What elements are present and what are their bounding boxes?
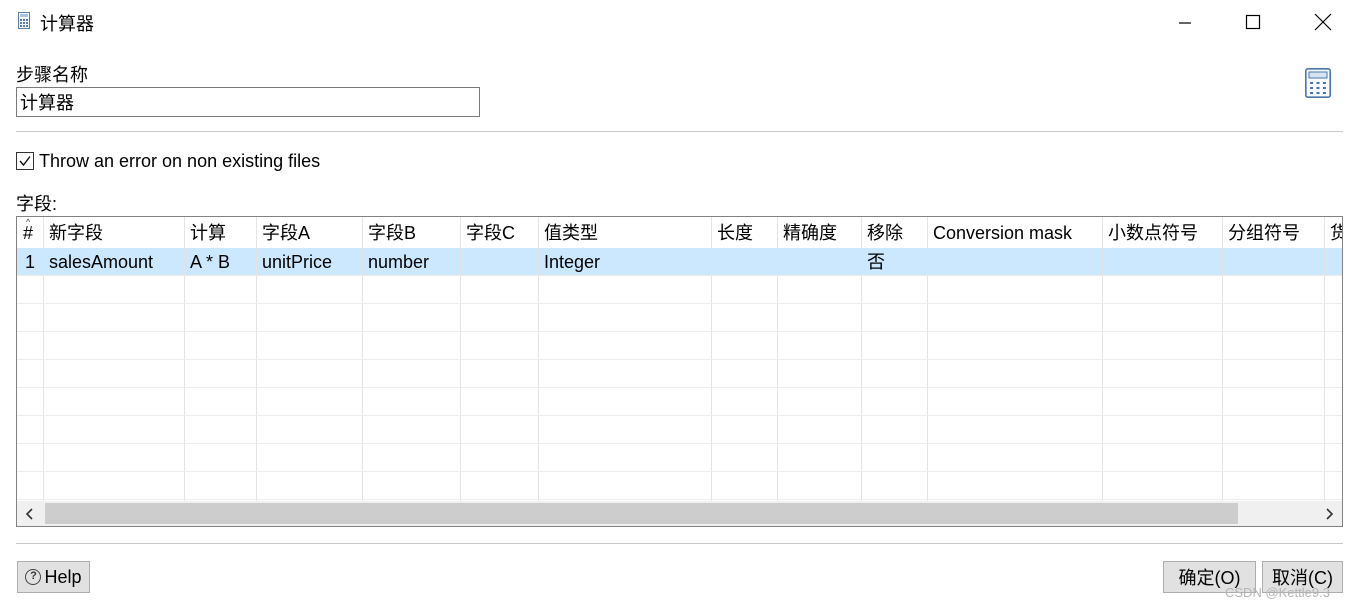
row-divider [17, 359, 1342, 360]
scroll-right-button[interactable] [1316, 501, 1342, 526]
step-name-input[interactable] [16, 87, 480, 117]
calculator-icon [18, 12, 30, 29]
table-cell[interactable] [927, 248, 1102, 276]
column-header[interactable]: 新字段 [43, 219, 184, 247]
calculator-icon [1305, 68, 1331, 98]
column-header[interactable]: 值类型 [538, 219, 711, 247]
table-cell[interactable]: A * B [184, 248, 256, 276]
help-icon: ? [25, 569, 42, 585]
table-cell[interactable]: unitPrice [256, 248, 362, 276]
table-cell[interactable] [711, 248, 777, 276]
table-cell[interactable]: 否 [861, 248, 927, 276]
column-header[interactable]: 小数点符号 [1102, 219, 1222, 247]
table-cell[interactable] [460, 248, 538, 276]
table-cell[interactable] [1324, 248, 1342, 276]
column-header[interactable]: 分组符号 [1222, 219, 1324, 247]
chevron-left-icon [25, 507, 33, 520]
row-divider [17, 443, 1342, 444]
close-button[interactable] [1300, 6, 1346, 38]
divider [16, 543, 1343, 544]
column-header[interactable]: 精确度 [777, 219, 861, 247]
row-divider [17, 471, 1342, 472]
table-cell[interactable] [1102, 248, 1222, 276]
chevron-right-icon [1326, 507, 1334, 520]
minimize-button[interactable] [1162, 6, 1208, 38]
checkmark-icon [19, 156, 31, 167]
column-header[interactable]: 长度 [711, 219, 777, 247]
column-header[interactable]: 计算 [184, 219, 256, 247]
scrollbar-thumb[interactable] [45, 503, 1238, 524]
table-cell[interactable] [777, 248, 861, 276]
table-cell[interactable]: Integer [538, 248, 711, 276]
row-divider [17, 415, 1342, 416]
row-divider [17, 499, 1342, 500]
help-button[interactable]: ? Help [17, 561, 90, 593]
watermark: CSDN @Kettle9.3 [1225, 585, 1330, 600]
table-cell[interactable]: 1 [17, 248, 43, 276]
fields-label: 字段: [16, 194, 58, 214]
throw-error-checkbox[interactable] [16, 152, 34, 170]
table-cell[interactable]: number [362, 248, 460, 276]
column-header[interactable]: # [17, 219, 43, 247]
title-bar: 计算器 [0, 0, 1357, 44]
column-header[interactable]: 字段C [460, 219, 538, 247]
column-header[interactable]: 货 [1324, 219, 1342, 247]
divider [16, 131, 1343, 132]
maximize-button[interactable] [1230, 6, 1276, 38]
minimize-icon [1179, 22, 1191, 24]
row-divider [17, 331, 1342, 332]
column-header[interactable]: 字段A [256, 219, 362, 247]
throw-error-label: Throw an error on non existing files [39, 150, 321, 171]
scroll-left-button[interactable] [17, 501, 43, 526]
step-name-label: 步骤名称 [16, 65, 88, 85]
row-divider [17, 387, 1342, 388]
column-header[interactable]: Conversion mask [927, 219, 1102, 247]
column-header[interactable]: 字段B [362, 219, 460, 247]
close-icon [1314, 13, 1332, 31]
table-cell[interactable] [1222, 248, 1324, 276]
fields-table[interactable]: ^ # 新字段 计算 字段A 字段B 字段C 值类型 长度 精确度 移除 Conversion ma… [16, 216, 1343, 527]
throw-error-option[interactable]: Throw an error on non existing files [16, 150, 320, 172]
table-cell[interactable]: salesAmount [43, 248, 184, 276]
row-divider [17, 303, 1342, 304]
column-header[interactable]: 移除 [861, 219, 927, 247]
window-title: 计算器 [40, 14, 94, 34]
horizontal-scrollbar[interactable] [17, 501, 1342, 526]
help-button-label: Help [44, 566, 82, 587]
maximize-icon [1245, 14, 1261, 30]
